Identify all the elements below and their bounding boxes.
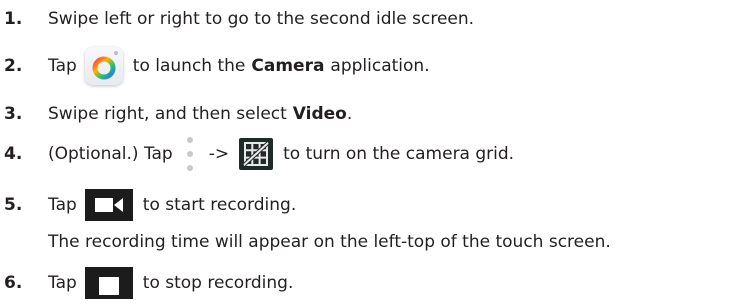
step-text: Tap (48, 273, 77, 293)
video-record-icon (84, 189, 133, 221)
step-text-line: The recording time will appear on the le… (48, 232, 611, 252)
step-number: 2. (4, 56, 23, 76)
step-text: Swipe left or right to go to the second … (48, 9, 475, 29)
step-number: 3. (4, 104, 23, 124)
step-text: . (346, 104, 353, 124)
step-number: 1. (4, 9, 23, 29)
step-text-line: Tap to start recording. (48, 189, 296, 221)
step-text: to turn on the camera grid. (283, 144, 515, 164)
step-text: to start recording. (142, 195, 297, 215)
step-note: The recording time will appear on the le… (48, 232, 611, 252)
step-text: (Optional.) Tap (48, 144, 173, 164)
step-text-line: (Optional.) Tap -> to turn on the camera… (48, 133, 514, 175)
step-text: to launch the (132, 56, 246, 76)
mode-name: Video (292, 104, 347, 124)
camera-app-icon (84, 47, 123, 85)
app-name: Camera (251, 56, 325, 76)
step-text: application. (330, 56, 430, 76)
stop-recording-icon (84, 267, 133, 299)
arrow-text: -> (208, 144, 230, 164)
step-number: 5. (4, 195, 23, 215)
step-text-line: Tap to launch the Camera application. (48, 47, 430, 85)
instruction-steps: 1. Swipe left or right to go to the seco… (0, 0, 744, 306)
more-options-icon (185, 133, 195, 175)
step-text-line: Swipe right, and then select Video . (48, 104, 352, 124)
step-text: Tap (48, 195, 77, 215)
step-text-line: Tap to stop recording. (48, 267, 293, 299)
step-text: Tap (48, 56, 77, 76)
step-text: Swipe right, and then select (48, 104, 287, 124)
step-text: to stop recording. (142, 273, 294, 293)
step-number: 4. (4, 144, 23, 164)
step-number: 6. (4, 273, 23, 293)
step-text-line: Swipe left or right to go to the second … (48, 9, 474, 29)
grid-icon (239, 138, 274, 170)
